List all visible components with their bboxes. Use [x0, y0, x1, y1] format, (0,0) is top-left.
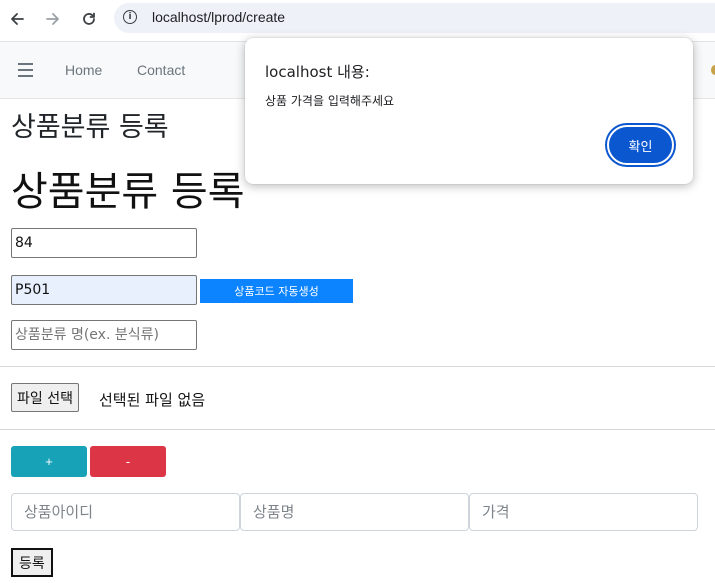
- dialog-ok-button[interactable]: 확인: [607, 125, 674, 165]
- alert-dialog: localhost 내용: 상품 가격을 입력해주세요 확인: [245, 38, 693, 184]
- file-select-button[interactable]: 파일 선택: [11, 383, 79, 412]
- add-row-button[interactable]: +: [11, 446, 87, 477]
- divider: [0, 366, 715, 367]
- product-id-input[interactable]: [11, 493, 240, 531]
- dialog-title: localhost 내용:: [265, 63, 370, 81]
- product-name-input[interactable]: [240, 493, 469, 531]
- back-icon[interactable]: [6, 8, 28, 30]
- page-title-small: 상품분류 등록: [11, 112, 169, 143]
- page-title: 상품분류 등록: [11, 169, 245, 215]
- nav-link-contact[interactable]: Contact: [137, 62, 185, 78]
- reload-icon[interactable]: [78, 8, 100, 30]
- lprod-code-input[interactable]: [11, 275, 197, 305]
- menu-icon[interactable]: [18, 63, 33, 81]
- nav-link-home[interactable]: Home: [65, 62, 102, 78]
- file-status: 선택된 파일 없음: [99, 391, 206, 409]
- submit-button[interactable]: 등록: [11, 548, 53, 577]
- auto-code-button[interactable]: 상품코드 자동생성: [200, 279, 353, 303]
- forward-icon[interactable]: [42, 8, 64, 30]
- lprod-id-input[interactable]: [11, 228, 197, 258]
- address-bar[interactable]: i localhost/lprod/create: [114, 3, 715, 33]
- remove-row-button[interactable]: -: [90, 446, 166, 477]
- dialog-message: 상품 가격을 입력해주세요: [265, 94, 395, 108]
- url-text[interactable]: localhost/lprod/create: [152, 9, 285, 25]
- user-avatar[interactable]: [711, 65, 715, 75]
- site-info-icon[interactable]: i: [123, 10, 137, 24]
- browser-toolbar: i localhost/lprod/create: [0, 0, 715, 42]
- product-price-input[interactable]: [469, 493, 698, 531]
- divider: [0, 429, 715, 430]
- lprod-name-input[interactable]: [11, 320, 197, 350]
